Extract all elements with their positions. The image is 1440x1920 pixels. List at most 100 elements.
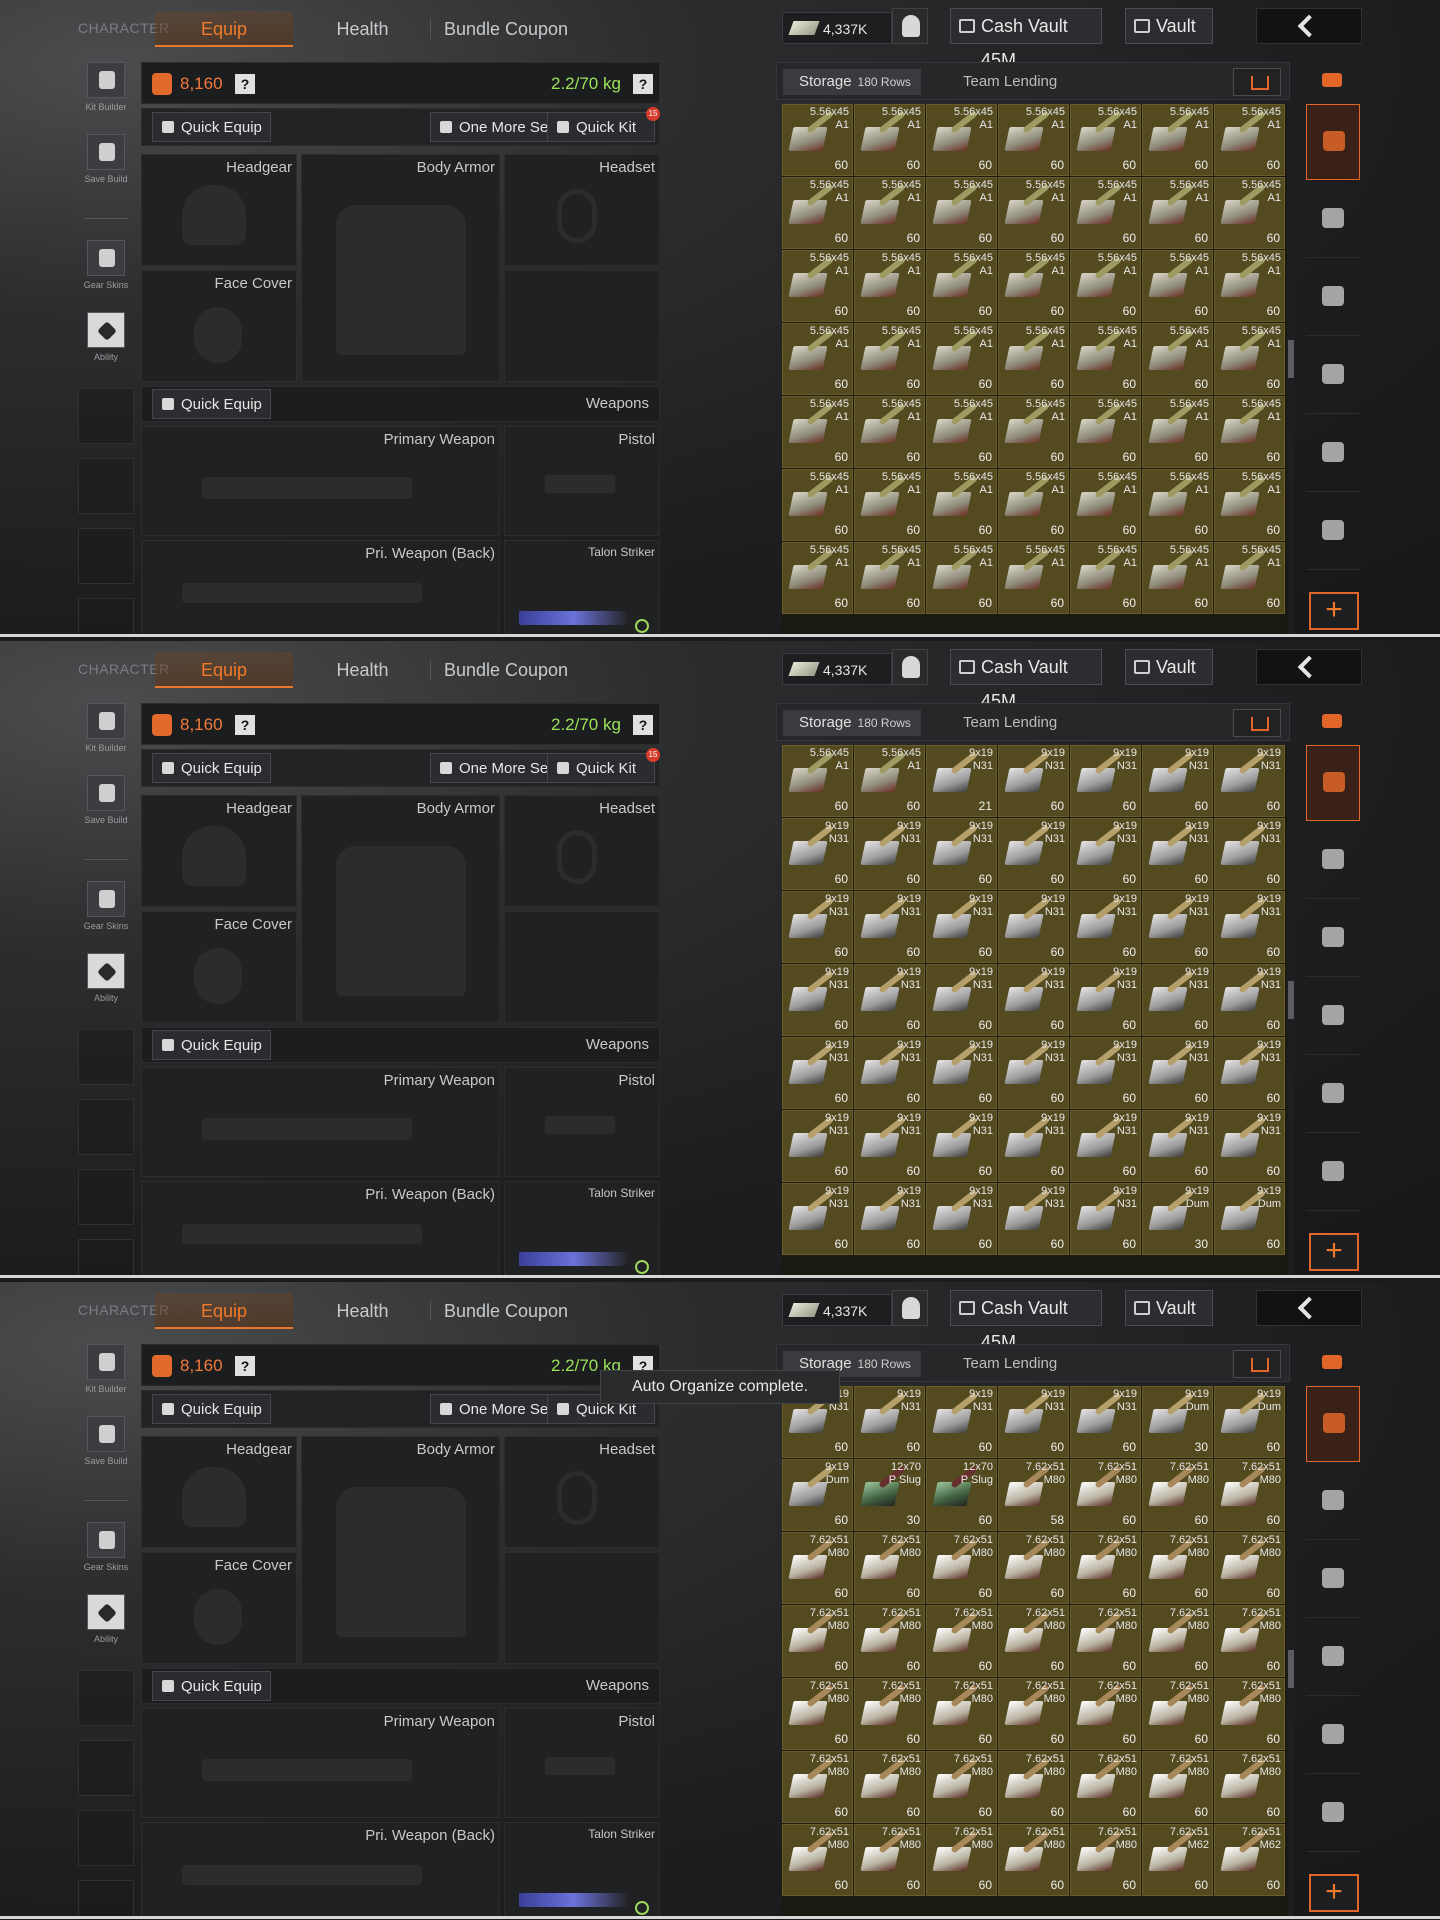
tab-equip[interactable]: Equip <box>155 652 293 688</box>
vault-button[interactable]: Vault <box>1125 1290 1213 1326</box>
secondary-weapon-slot[interactable]: Pri. Weapon (Back) <box>141 540 500 637</box>
storage-item[interactable]: 7.62x51 M80 60 <box>998 1678 1069 1750</box>
body-armor-slot[interactable]: Body Armor <box>301 154 500 382</box>
storage-item[interactable]: 7.62x51 M80 60 <box>998 1824 1069 1896</box>
category-supplies[interactable] <box>1306 494 1360 570</box>
storage-item[interactable]: 5.56x45 A1 60 <box>1214 469 1285 541</box>
storage-item[interactable]: 5.56x45 A1 60 <box>782 104 853 176</box>
gear-skins-button[interactable]: Gear Skins <box>78 881 134 931</box>
storage-item[interactable]: 9x19N31 60 <box>1070 818 1141 890</box>
back-button[interactable] <box>1256 649 1362 685</box>
storage-item[interactable]: 7.62x51 M80 60 <box>1070 1678 1141 1750</box>
storage-scrollbar[interactable] <box>1288 745 1294 1275</box>
storage-item[interactable]: 12x70 P Slug 60 <box>926 1459 997 1531</box>
storage-item[interactable]: 9x19N31 60 <box>998 745 1069 817</box>
weight-help-button[interactable]: ? <box>633 715 653 735</box>
value-help-button[interactable]: ? <box>235 715 255 735</box>
category-sort-toggle[interactable] <box>1310 66 1354 96</box>
storage-item[interactable]: 9x19 N31 21 <box>926 745 997 817</box>
storage-item[interactable]: 9x19N31 60 <box>998 964 1069 1036</box>
storage-item[interactable]: 5.56x45 A1 60 <box>782 250 853 322</box>
storage-item[interactable]: 9x19N31 60 <box>1142 964 1213 1036</box>
quick-equip-weapons-button[interactable]: Quick Equip <box>152 1030 271 1060</box>
category-sort-toggle[interactable] <box>1310 1348 1354 1378</box>
storage-item[interactable]: 7.62x51 M80 60 <box>782 1678 853 1750</box>
tab-storage[interactable]: Storage 180 Rows <box>783 710 921 736</box>
auto-organize-button[interactable] <box>1233 1350 1281 1378</box>
storage-item[interactable]: 9x19N31 60 <box>1070 1037 1141 1109</box>
quick-equip-gear-button[interactable]: Quick Equip <box>152 112 271 142</box>
storage-item[interactable]: 7.62x51 M80 60 <box>926 1532 997 1604</box>
storage-item[interactable]: 9x19N31 60 <box>1214 818 1285 890</box>
storage-item[interactable]: 5.56x45 A1 60 <box>854 323 925 395</box>
kit-builder-button[interactable]: Kit Builder <box>78 62 134 112</box>
storage-item[interactable]: 5.56x45 A1 60 <box>1142 469 1213 541</box>
storage-item[interactable]: 9x19N31 60 <box>998 1183 1069 1255</box>
storage-item[interactable]: 5.56x45 A1 60 <box>926 250 997 322</box>
pistol-slot[interactable]: Pistol <box>504 426 660 536</box>
storage-item[interactable]: 9x19N31 60 <box>1142 1037 1213 1109</box>
storage-item[interactable]: 9x19N31 60 <box>1142 891 1213 963</box>
tab-storage[interactable]: Storage 180 Rows <box>783 69 921 95</box>
storage-item[interactable]: 5.56x45 A1 60 <box>1142 323 1213 395</box>
melee-slot[interactable]: Talon Striker <box>504 540 660 637</box>
storage-item[interactable]: 9x19N31 60 <box>782 1110 853 1182</box>
category-magazines[interactable] <box>1306 979 1360 1055</box>
storage-item[interactable]: 9x19N31 60 <box>926 1183 997 1255</box>
primary-weapon-slot[interactable]: Primary Weapon <box>141 1708 500 1818</box>
tab-bundle-coupon[interactable]: Bundle Coupon <box>430 11 570 47</box>
storage-scrollbar[interactable] <box>1288 104 1294 634</box>
tab-team-lending[interactable]: Team Lending <box>963 710 1057 736</box>
storage-item[interactable]: 7.62x51 M62 60 <box>1214 1824 1285 1896</box>
add-storage-button[interactable]: + <box>1309 1874 1359 1912</box>
storage-item[interactable]: 7.62x51 M80 60 <box>782 1605 853 1677</box>
category-magazines[interactable] <box>1306 1620 1360 1696</box>
storage-item[interactable]: 5.56x45 A1 60 <box>1070 396 1141 468</box>
storage-item[interactable]: 9x19N31 60 <box>782 891 853 963</box>
storage-item[interactable]: 5.56x45 A1 60 <box>782 469 853 541</box>
category-ammo[interactable] <box>1306 416 1360 492</box>
storage-item[interactable]: 5.56x45 A1 60 <box>926 542 997 614</box>
scrollbar-thumb[interactable] <box>1288 340 1294 378</box>
operator-avatar-button[interactable] <box>892 649 928 685</box>
storage-item[interactable]: 7.62x51 M80 60 <box>1070 1824 1141 1896</box>
storage-item[interactable]: 5.56x45 A1 60 <box>998 469 1069 541</box>
storage-item[interactable]: 5.56x45 A1 60 <box>1070 104 1141 176</box>
storage-item[interactable]: 7.62x51 M80 60 <box>1142 1532 1213 1604</box>
storage-item[interactable]: 7.62x51 M62 60 <box>1142 1824 1213 1896</box>
storage-item[interactable]: 9x19N31 60 <box>926 964 997 1036</box>
category-sort-toggle[interactable] <box>1310 707 1354 737</box>
storage-item[interactable]: 7.62x51 M80 60 <box>998 1532 1069 1604</box>
tab-health[interactable]: Health <box>320 652 405 688</box>
storage-item[interactable]: 5.56x45 A1 60 <box>1142 250 1213 322</box>
category-weapons[interactable] <box>1306 260 1360 336</box>
cash-vault-button[interactable]: Cash Vault 45M <box>950 649 1102 711</box>
storage-item[interactable]: 7.62x51 M80 60 <box>1142 1459 1213 1531</box>
storage-item[interactable]: 9x19N31 60 <box>854 818 925 890</box>
storage-item[interactable]: 5.56x45 A1 60 <box>1214 250 1285 322</box>
storage-item[interactable]: 9x19 Dum 30 <box>1142 1183 1213 1255</box>
storage-item[interactable]: 5.56x45 A1 60 <box>782 177 853 249</box>
storage-item[interactable]: 9x19N31 60 <box>854 1037 925 1109</box>
secondary-weapon-slot[interactable]: Pri. Weapon (Back) <box>141 1822 500 1919</box>
face-cover-slot[interactable]: Face Cover <box>141 1552 297 1664</box>
storage-item[interactable]: 7.62x51 M80 60 <box>926 1824 997 1896</box>
storage-item[interactable]: 5.56x45 A1 60 <box>854 250 925 322</box>
category-gear[interactable] <box>1306 823 1360 899</box>
storage-item[interactable]: 9x19N31 60 <box>1142 745 1213 817</box>
storage-item[interactable]: 9x19N31 60 <box>926 1110 997 1182</box>
category-weapons[interactable] <box>1306 901 1360 977</box>
storage-item[interactable]: 9x19N31 60 <box>782 1037 853 1109</box>
storage-item[interactable]: 5.56x45 A1 60 <box>1214 542 1285 614</box>
category-ammo[interactable] <box>1306 1698 1360 1774</box>
melee-slot[interactable]: Talon Striker <box>504 1822 660 1919</box>
storage-item[interactable]: 9x19N31 60 <box>1070 1110 1141 1182</box>
kit-builder-button[interactable]: Kit Builder <box>78 703 134 753</box>
quick-kit-button[interactable]: Quick Kit 15 <box>547 748 660 783</box>
storage-item[interactable]: 5.56x45 A1 60 <box>854 542 925 614</box>
vault-button[interactable]: Vault <box>1125 8 1213 44</box>
face-cover-slot[interactable]: Face Cover <box>141 270 297 382</box>
storage-item[interactable]: 9x19N31 60 <box>854 1110 925 1182</box>
back-button[interactable] <box>1256 1290 1362 1326</box>
storage-item[interactable]: 9x19N31 60 <box>1070 964 1141 1036</box>
